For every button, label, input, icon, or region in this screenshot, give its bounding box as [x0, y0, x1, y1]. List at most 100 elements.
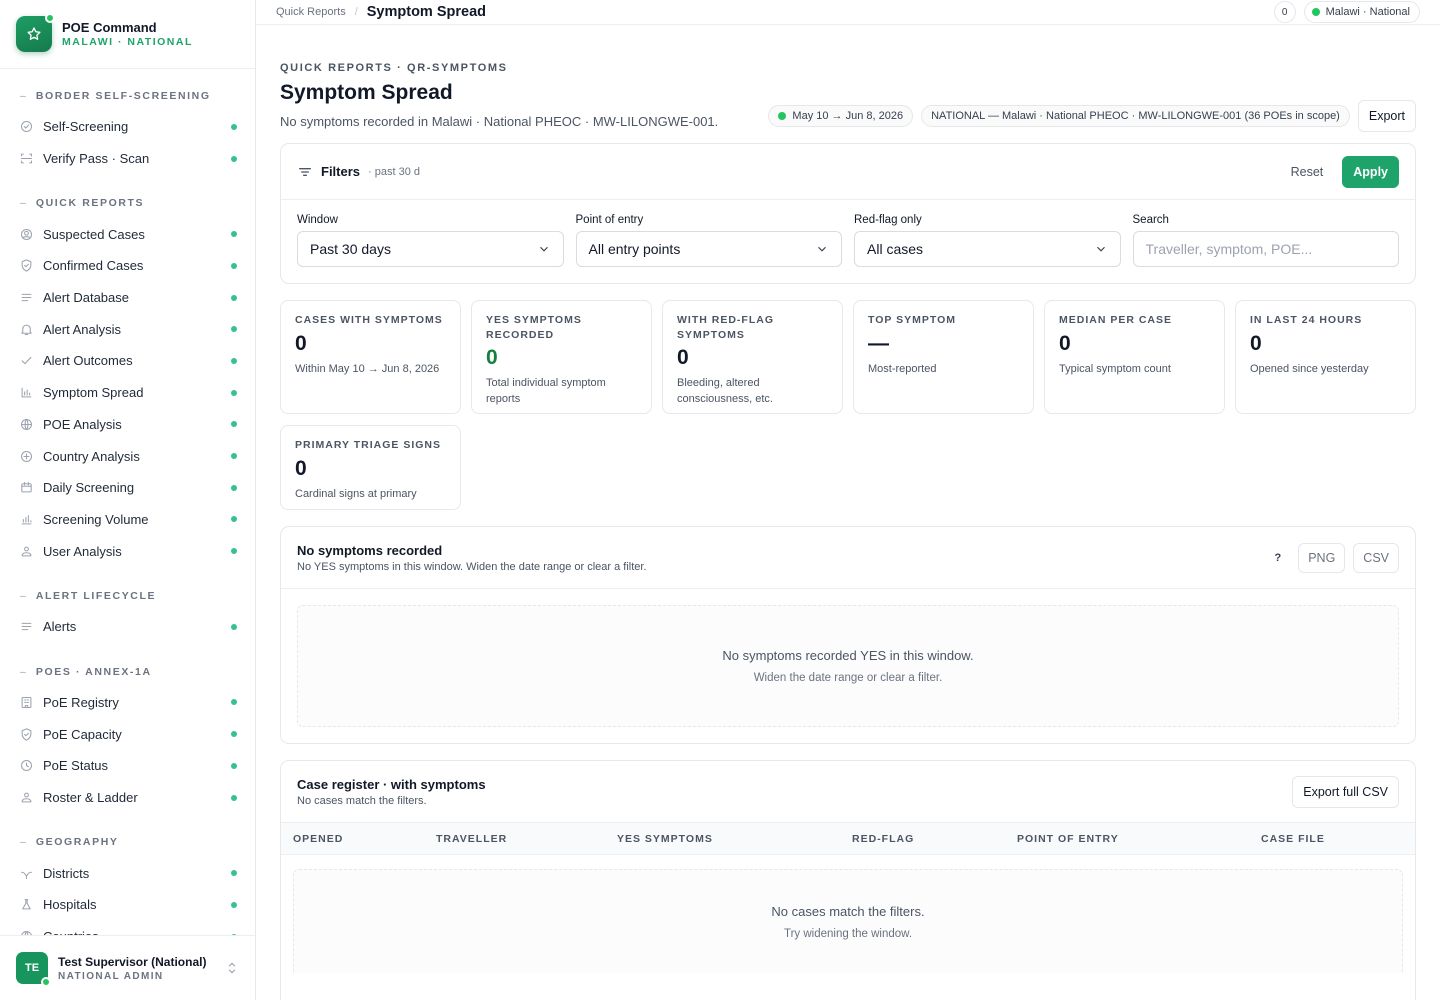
user-menu[interactable]: TE Test Supervisor (National) NATIONAL A…: [0, 935, 255, 1000]
sidebar-item-alert-database[interactable]: Alert Database: [0, 282, 255, 314]
chevron-up-down-icon[interactable]: [225, 961, 239, 975]
list-icon: [18, 290, 34, 306]
sidebar-item-user-analysis[interactable]: User Analysis: [0, 535, 255, 567]
sidebar-nav: – BORDER SELF-SCREENING Self-Screening Veri…: [0, 69, 255, 935]
status-dot: [231, 548, 237, 555]
sidebar-item-country-analysis[interactable]: Country Analysis: [0, 440, 255, 472]
column-header-point-of-entry[interactable]: POINT OF ENTRY: [1017, 833, 1261, 845]
sidebar-item-alert-outcomes[interactable]: Alert Outcomes: [0, 345, 255, 377]
column-header-red-flag[interactable]: RED-FLAG: [852, 833, 1017, 845]
list-icon: [18, 619, 34, 635]
csv-export-button[interactable]: CSV: [1353, 542, 1399, 573]
png-export-button[interactable]: PNG: [1298, 542, 1346, 573]
kpi-value: 0: [1250, 331, 1262, 355]
search-label: Search: [1132, 214, 1169, 226]
sidebar-item-poe-capacity[interactable]: PoE Capacity: [0, 718, 255, 750]
export-button[interactable]: Export: [1357, 100, 1416, 132]
status-dot: [231, 389, 237, 396]
kpi-value: —: [868, 331, 889, 355]
avatar-initials: TE: [24, 962, 40, 974]
nav-section-heading[interactable]: – QUICK REPORTS: [0, 188, 255, 218]
sidebar-item-label: Screening Volume: [43, 511, 149, 527]
nav-section-heading[interactable]: – GEOGRAPHY: [0, 827, 255, 857]
check-icon: [18, 353, 34, 369]
building-icon: [18, 694, 34, 710]
shield-check-icon: [18, 726, 34, 742]
scope-status-dot: [1311, 8, 1320, 16]
search-field: Search: [1132, 214, 1399, 267]
sidebar-item-suspected-cases[interactable]: Suspected Cases: [0, 218, 255, 250]
sidebar-item-alerts[interactable]: Alerts: [0, 611, 255, 643]
help-button[interactable]: ?: [1265, 542, 1291, 573]
sidebar-item-self-screening[interactable]: Self-Screening: [0, 111, 255, 143]
kpi-label: TOP SYMPTOM: [868, 314, 957, 326]
brand[interactable]: POE Command MALAWI · NATIONAL: [0, 0, 255, 69]
kpi-description: Most-reported: [868, 362, 937, 375]
export-full-csv-button[interactable]: Export full CSV: [1292, 775, 1399, 808]
sidebar-item-hospitals[interactable]: Hospitals: [0, 889, 255, 921]
kpi-label: MEDIAN PER CASE: [1059, 314, 1173, 326]
filters-title: Filters: [321, 164, 361, 179]
chevron-down-icon: [818, 246, 826, 252]
users-icon: [18, 790, 34, 806]
column-header-yes-symptoms[interactable]: YES SYMPTOMS: [617, 833, 852, 845]
redflag-select[interactable]: All cases: [854, 231, 1121, 267]
online-indicator: [41, 977, 51, 987]
column-header-opened[interactable]: OPENED: [293, 833, 436, 845]
compass-icon: [18, 448, 34, 464]
sidebar-item-roster-ladder[interactable]: Roster & Ladder: [0, 782, 255, 814]
sidebar-item-label: POE Analysis: [43, 416, 122, 432]
date-range-badge[interactable]: May 10 → Jun 8, 2026: [768, 105, 914, 127]
sidebar-item-districts[interactable]: Districts: [0, 857, 255, 889]
kpi-label: CASES WITH SYMPTOMS: [295, 314, 443, 326]
sidebar-item-poe-registry[interactable]: PoE Registry: [0, 687, 255, 719]
sidebar-item-label: Symptom Spread: [43, 385, 144, 401]
window-select[interactable]: Past 30 days: [297, 231, 564, 267]
symptoms-panel-title: No symptoms recorded: [297, 542, 443, 558]
nav-heading-label: POES · ANNEX-1A: [35, 665, 152, 678]
sidebar-item-daily-screening[interactable]: Daily Screening: [0, 472, 255, 504]
sidebar-item-symptom-spread[interactable]: Symptom Spread: [0, 377, 255, 409]
person-circle-icon: [18, 226, 34, 242]
nav-section-heading[interactable]: – POES · ANNEX-1A: [0, 657, 255, 687]
kpi-value: 0: [295, 456, 307, 480]
window-field: Window Past 30 days: [297, 214, 564, 267]
kpi-description: Cardinal signs at primary: [295, 487, 417, 500]
sidebar-item-label: Alert Database: [43, 290, 129, 306]
sidebar-item-poe-analysis[interactable]: POE Analysis: [0, 409, 255, 441]
kpi-description: Typical symptom count: [1059, 362, 1171, 375]
table-header: OPENED TRAVELLER YES SYMPTOMS RED-FLAG P…: [281, 823, 1415, 855]
nav-section-heading[interactable]: – BORDER SELF-SCREENING: [0, 81, 255, 111]
apply-button[interactable]: Apply: [1342, 155, 1399, 188]
case-register-subtitle: No cases match the filters.: [297, 794, 427, 807]
reset-button[interactable]: Reset: [1279, 155, 1335, 188]
clock-icon: [18, 758, 34, 774]
sidebar-item-alert-analysis[interactable]: Alert Analysis: [0, 313, 255, 345]
sidebar-item-confirmed-cases[interactable]: Confirmed Cases: [0, 250, 255, 282]
sidebar-item-label: PoE Capacity: [43, 726, 122, 742]
sidebar-item-screening-volume[interactable]: Screening Volume: [0, 504, 255, 536]
redflag-field: Red-flag only All cases: [854, 214, 1121, 267]
search-input[interactable]: [1132, 231, 1399, 267]
notification-count-badge[interactable]: 0: [1273, 1, 1296, 23]
breadcrumb-parent[interactable]: Quick Reports: [276, 6, 346, 18]
symptoms-panel: No symptoms recorded No YES symptoms in …: [280, 526, 1416, 744]
sidebar-item-countries[interactable]: Countries: [0, 921, 255, 935]
nav-section-heading[interactable]: – ALERT LIFECYCLE: [0, 581, 255, 611]
kpi-value: 0: [677, 346, 689, 370]
column-header-traveller[interactable]: TRAVELLER: [436, 833, 617, 845]
kpi-label: WITH RED-FLAG SYMPTOMS: [677, 314, 774, 341]
nav-section: – ALERT LIFECYCLE Alerts: [0, 581, 255, 643]
sidebar-item-label: Self-Screening: [43, 119, 129, 135]
poe-select[interactable]: All entry points: [575, 231, 842, 267]
kpi-card-primary-triage-signs: PRIMARY TRIAGE SIGNS 0 Cardinal signs at p…: [280, 425, 461, 510]
star-icon: [27, 27, 41, 40]
column-header-case-file[interactable]: CASE FILE: [1261, 833, 1325, 845]
scope-label: Malawi · National: [1325, 6, 1410, 18]
filters-header: Filters · past 30 d Reset Apply: [281, 144, 1415, 200]
sidebar-item-label: Daily Screening: [43, 480, 135, 496]
filters-meta: · past 30 d: [368, 165, 420, 178]
sidebar-item-poe-status[interactable]: PoE Status: [0, 750, 255, 782]
sidebar-item-verify-pass-scan[interactable]: Verify Pass · Scan: [0, 143, 255, 175]
scope-badge[interactable]: Malawi · National: [1303, 1, 1420, 23]
